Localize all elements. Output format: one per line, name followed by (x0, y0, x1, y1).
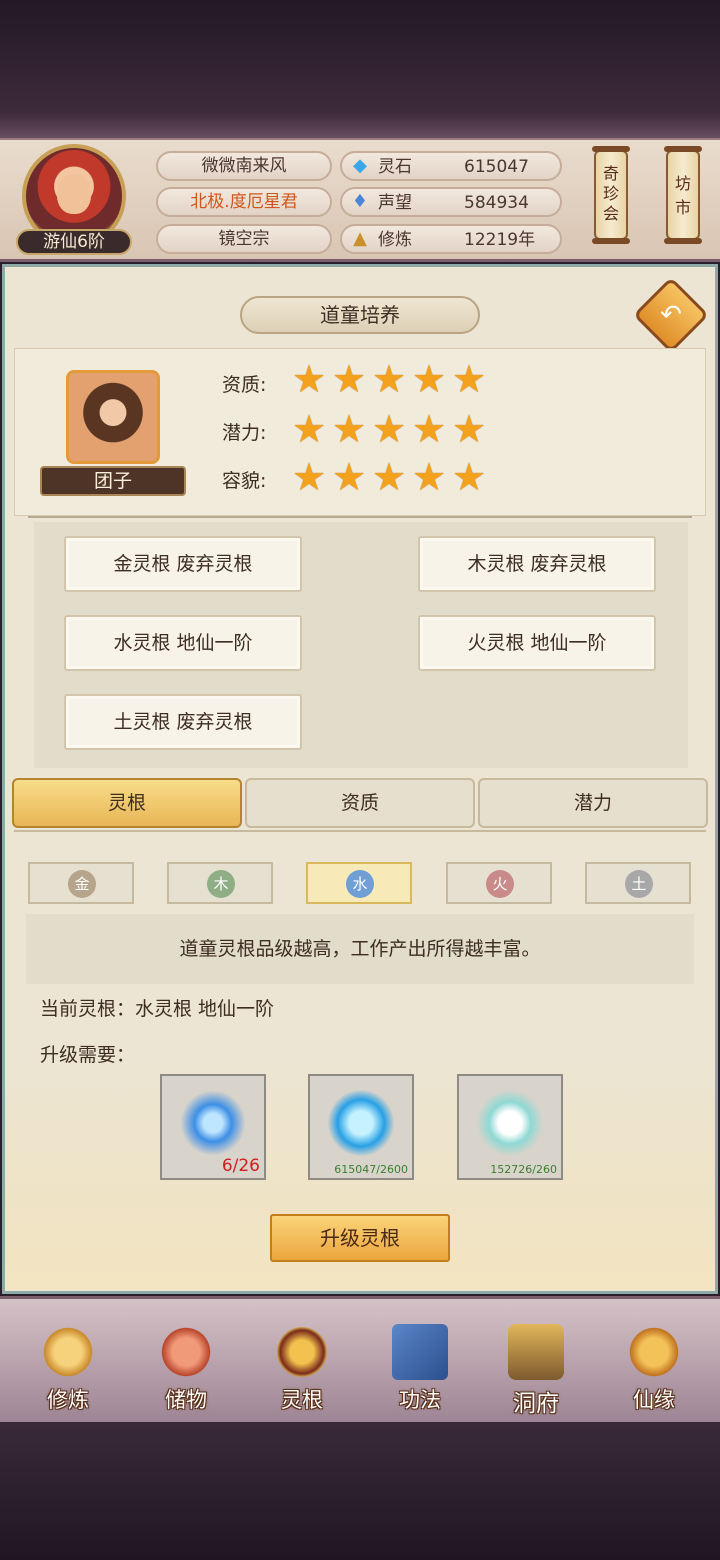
material-count: 6/26 (221, 1156, 260, 1176)
avatar-face (57, 174, 91, 214)
root-wood[interactable]: 木灵根 废弃灵根 (418, 536, 656, 592)
star-icon: ★ (411, 407, 447, 451)
elixir-gourd-icon (477, 1090, 543, 1156)
treasure-fair-button[interactable]: 奇珍会 (592, 146, 630, 244)
player-title: 北极.度厄星君 (156, 187, 332, 217)
tab-divider (14, 830, 706, 832)
element-earth-button[interactable]: 土 (585, 862, 691, 904)
aptitude-stars: ★ ★ ★ ★ ★ (290, 360, 490, 400)
player-rank-badge: 游仙6阶 (16, 229, 132, 255)
star-icon: ★ (331, 357, 367, 401)
tab-spirit-root[interactable]: 灵根 (12, 778, 242, 828)
fate-gourd-icon (626, 1324, 682, 1380)
market-button[interactable]: 坊市 (664, 146, 702, 244)
material-count: 152726/260 (490, 1163, 557, 1176)
material-spirit-stone[interactable]: 615047/2600 (308, 1074, 414, 1180)
material-spirit-essence[interactable]: 6/26 (160, 1074, 266, 1180)
spirit-essence-icon (180, 1090, 246, 1156)
attribute-label-aptitude: 资质: (222, 374, 267, 396)
storage-bag-icon (158, 1324, 214, 1380)
footer-background (0, 1422, 720, 1560)
material-count: 615047/2600 (334, 1163, 408, 1176)
back-arrow-icon: ↶ (660, 300, 682, 330)
star-icon: ★ (331, 407, 367, 451)
attribute-label-appearance: 容貌: (222, 470, 267, 492)
element-wood-button[interactable]: 木 (167, 862, 273, 904)
prestige-icon: ♦ (351, 191, 369, 212)
spirit-root-icon (274, 1324, 330, 1380)
nav-technique[interactable]: 功法 (372, 1320, 468, 1416)
star-icon: ★ (291, 357, 327, 401)
star-icon: ★ (411, 357, 447, 401)
element-metal-button[interactable]: 金 (28, 862, 134, 904)
element-wood-icon: 木 (207, 870, 235, 898)
element-water-button[interactable]: 水 (306, 862, 412, 904)
player-sect: 镜空宗 (156, 224, 332, 254)
cultivation-icon: ▲ (353, 228, 367, 249)
cave-dwelling-icon (508, 1324, 564, 1380)
star-icon: ★ (371, 357, 407, 401)
root-fire[interactable]: 火灵根 地仙一阶 (418, 615, 656, 671)
spirit-stone-icon (328, 1090, 394, 1156)
tip-text: 道童灵根品级越高，工作产出所得越丰富。 (26, 914, 694, 984)
upgrade-root-button[interactable]: 升级灵根 (270, 1214, 450, 1262)
player-name: 微微南来风 (156, 151, 332, 181)
current-root-text: 当前灵根：水灵根 地仙一阶 (40, 998, 275, 1020)
resource-spirit-stone: ◆ 灵石 615047 (340, 151, 562, 181)
nav-fate[interactable]: 仙缘 (606, 1320, 702, 1416)
root-metal[interactable]: 金灵根 废弃灵根 (64, 536, 302, 592)
element-water-icon: 水 (346, 870, 374, 898)
disciple-name: 团子 (40, 466, 186, 496)
root-water[interactable]: 水灵根 地仙一阶 (64, 615, 302, 671)
nav-cave[interactable]: 洞府 (488, 1320, 584, 1417)
star-icon: ★ (371, 407, 407, 451)
requirement-label: 升级需要： (40, 1044, 136, 1066)
disciple-portrait[interactable] (66, 370, 160, 464)
nav-storage[interactable]: 储物 (138, 1320, 234, 1416)
resource-prestige: ♦ 声望 584934 (340, 187, 562, 217)
attribute-label-potential: 潜力: (222, 422, 267, 444)
star-icon: ★ (451, 407, 487, 451)
element-fire-button[interactable]: 火 (446, 862, 552, 904)
potential-stars: ★ ★ ★ ★ ★ (290, 410, 490, 450)
element-earth-icon: 土 (625, 870, 653, 898)
star-icon: ★ (451, 455, 487, 499)
element-fire-icon: 火 (486, 870, 514, 898)
spirit-stone-icon: ◆ (353, 155, 367, 176)
divider (28, 516, 692, 518)
star-icon: ★ (411, 455, 447, 499)
nav-cultivate[interactable]: 修炼 (20, 1320, 116, 1416)
technique-book-icon (392, 1324, 448, 1380)
tab-aptitude[interactable]: 资质 (245, 778, 475, 828)
star-icon: ★ (371, 455, 407, 499)
appearance-stars: ★ ★ ★ ★ ★ (290, 458, 490, 498)
star-icon: ★ (291, 407, 327, 451)
page-title: 道童培养 (240, 296, 480, 334)
star-icon: ★ (291, 455, 327, 499)
tab-potential[interactable]: 潜力 (478, 778, 708, 828)
resource-cultivation: ▲ 修炼 12219年 (340, 224, 562, 254)
star-icon: ★ (451, 357, 487, 401)
top-background (0, 0, 720, 140)
cultivate-icon (40, 1324, 96, 1380)
star-icon: ★ (331, 455, 367, 499)
root-earth[interactable]: 土灵根 废弃灵根 (64, 694, 302, 750)
element-metal-icon: 金 (68, 870, 96, 898)
material-elixir-gourd[interactable]: 152726/260 (457, 1074, 563, 1180)
nav-spirit-root[interactable]: 灵根 (254, 1320, 350, 1416)
